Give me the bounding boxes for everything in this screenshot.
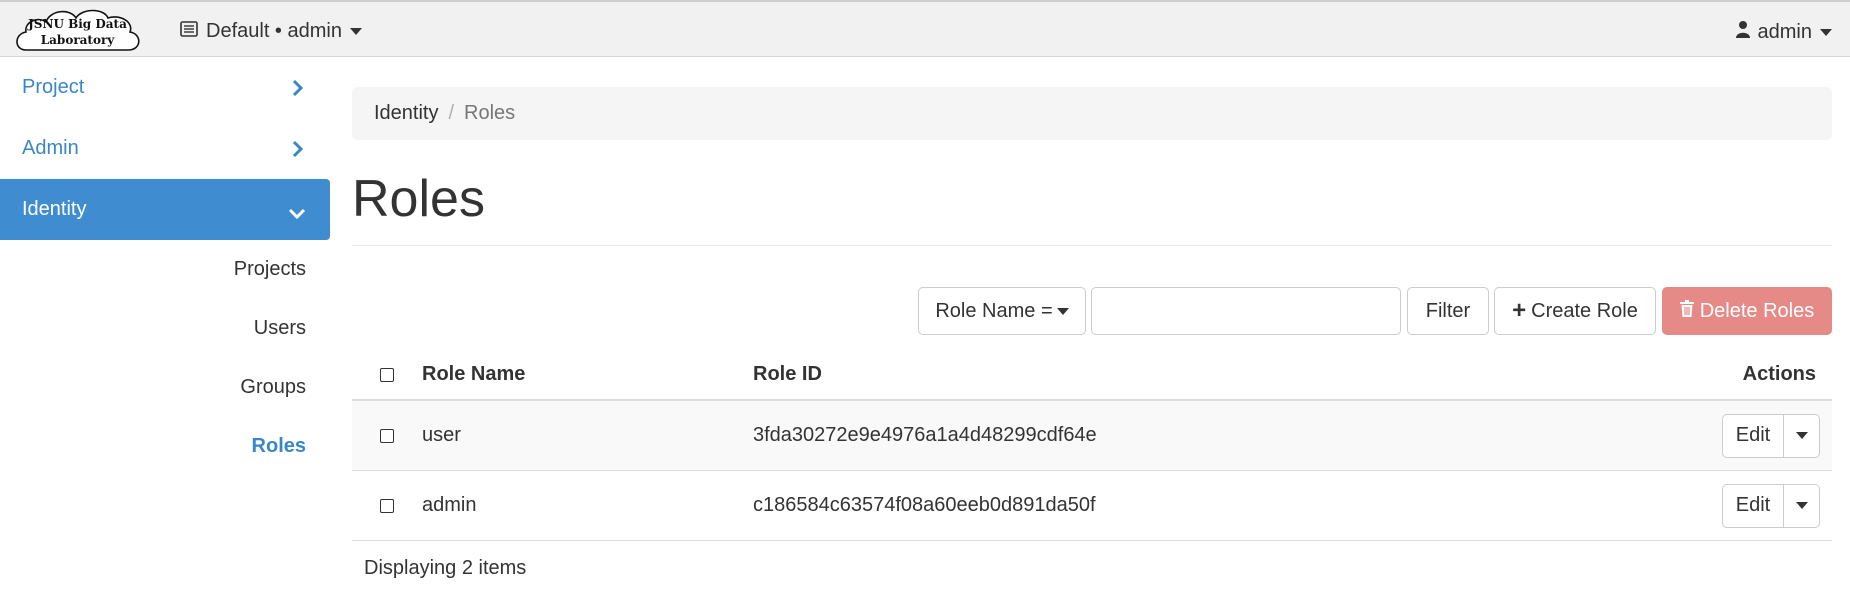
sidebar-item-identity[interactable]: Identity bbox=[0, 179, 330, 240]
breadcrumb: Identity / Roles bbox=[352, 87, 1832, 140]
sidebar-item-project[interactable]: Project bbox=[0, 57, 330, 118]
breadcrumb-separator: / bbox=[448, 102, 455, 124]
table-header-row: Role Name Role ID Actions bbox=[352, 350, 1832, 401]
edit-button-label: Edit bbox=[1735, 424, 1771, 446]
caret-down-icon bbox=[1795, 432, 1808, 439]
edit-button-label: Edit bbox=[1735, 494, 1771, 516]
user-menu-label: admin bbox=[1757, 20, 1812, 43]
sidebar-item-users[interactable]: Users bbox=[0, 299, 330, 358]
caret-down-icon bbox=[1820, 28, 1832, 36]
table-footer-count: Displaying 2 items bbox=[364, 557, 527, 579]
user-menu[interactable]: admin bbox=[1735, 20, 1832, 44]
delete-roles-label: Delete Roles bbox=[1699, 299, 1815, 322]
column-header-role-name[interactable]: Role Name bbox=[422, 363, 753, 386]
main-content: Identity / Roles Roles Role Name = Filte… bbox=[352, 57, 1832, 596]
role-name-cell: admin bbox=[422, 494, 477, 516]
create-role-button[interactable]: + Create Role bbox=[1494, 287, 1656, 335]
table-row: user 3fda30272e9e4976a1a4d48299cdf64e Ed… bbox=[352, 401, 1832, 471]
caret-down-icon bbox=[349, 28, 362, 35]
select-all-checkbox[interactable] bbox=[380, 367, 394, 382]
filter-button-label: Filter bbox=[1425, 299, 1471, 322]
project-switcher-label: Default • admin bbox=[206, 20, 342, 42]
page-title: Roles bbox=[352, 170, 485, 228]
column-header-role-id[interactable]: Role ID bbox=[753, 363, 1653, 386]
sidebar-item-projects[interactable]: Projects bbox=[0, 240, 330, 299]
row-actions: Edit bbox=[1722, 413, 1820, 458]
sidebar-item-label: Identity bbox=[22, 198, 87, 220]
filter-field-label: Role Name = bbox=[935, 299, 1053, 322]
breadcrumb-current: Roles bbox=[464, 102, 516, 124]
column-header-actions: Actions bbox=[1742, 363, 1816, 385]
chevron-right-icon bbox=[292, 79, 304, 103]
sidebar-item-label: Project bbox=[22, 76, 85, 98]
row-checkbox[interactable] bbox=[380, 498, 394, 513]
top-navbar: JSNU Big Data Laboratory Default • admin… bbox=[0, 0, 1850, 57]
sidebar-item-groups[interactable]: Groups bbox=[0, 358, 330, 417]
row-checkbox[interactable] bbox=[380, 428, 394, 443]
project-list-icon bbox=[180, 20, 198, 43]
delete-roles-button[interactable]: Delete Roles bbox=[1662, 287, 1832, 335]
sidebar-item-admin[interactable]: Admin bbox=[0, 118, 330, 179]
edit-button[interactable]: Edit bbox=[1722, 483, 1784, 528]
lab-logo[interactable]: JSNU Big Data Laboratory bbox=[12, 4, 143, 58]
chevron-right-icon bbox=[292, 140, 304, 164]
edit-button[interactable]: Edit bbox=[1722, 413, 1784, 458]
table-row: admin c186584c63574f08a60eeb0d891da50f E… bbox=[352, 471, 1832, 541]
sidebar: Project Admin Identity Projects Users Gr… bbox=[0, 57, 330, 596]
chevron-down-icon bbox=[288, 203, 306, 226]
sidebar-item-roles[interactable]: Roles bbox=[0, 417, 330, 476]
caret-down-icon bbox=[1795, 502, 1808, 509]
logo-line-1: JSNU Big Data bbox=[28, 17, 127, 31]
row-actions-dropdown[interactable] bbox=[1784, 483, 1820, 528]
row-actions-dropdown[interactable] bbox=[1784, 413, 1820, 458]
trash-icon bbox=[1679, 299, 1694, 323]
row-actions: Edit bbox=[1722, 483, 1820, 528]
breadcrumb-identity[interactable]: Identity bbox=[374, 102, 438, 125]
create-role-label: Create Role bbox=[1531, 299, 1638, 322]
filter-field-dropdown[interactable]: Role Name = bbox=[918, 287, 1086, 335]
filter-button[interactable]: Filter bbox=[1407, 287, 1489, 335]
sidebar-item-label: Admin bbox=[22, 137, 79, 159]
roles-table: Role Name Role ID Actions user 3fda30272… bbox=[352, 350, 1832, 541]
filter-input[interactable] bbox=[1091, 287, 1401, 335]
role-id-cell: 3fda30272e9e4976a1a4d48299cdf64e bbox=[753, 424, 1097, 446]
title-divider bbox=[352, 245, 1832, 246]
role-name-cell: user bbox=[422, 424, 461, 446]
table-toolbar: Role Name = Filter + Create Role Delete … bbox=[918, 287, 1832, 335]
plus-icon: + bbox=[1512, 297, 1527, 324]
role-id-cell: c186584c63574f08a60eeb0d891da50f bbox=[753, 494, 1096, 516]
user-icon bbox=[1735, 20, 1750, 44]
caret-down-icon bbox=[1056, 307, 1069, 315]
project-switcher[interactable]: Default • admin bbox=[180, 20, 362, 43]
logo-line-2: Laboratory bbox=[40, 33, 115, 47]
